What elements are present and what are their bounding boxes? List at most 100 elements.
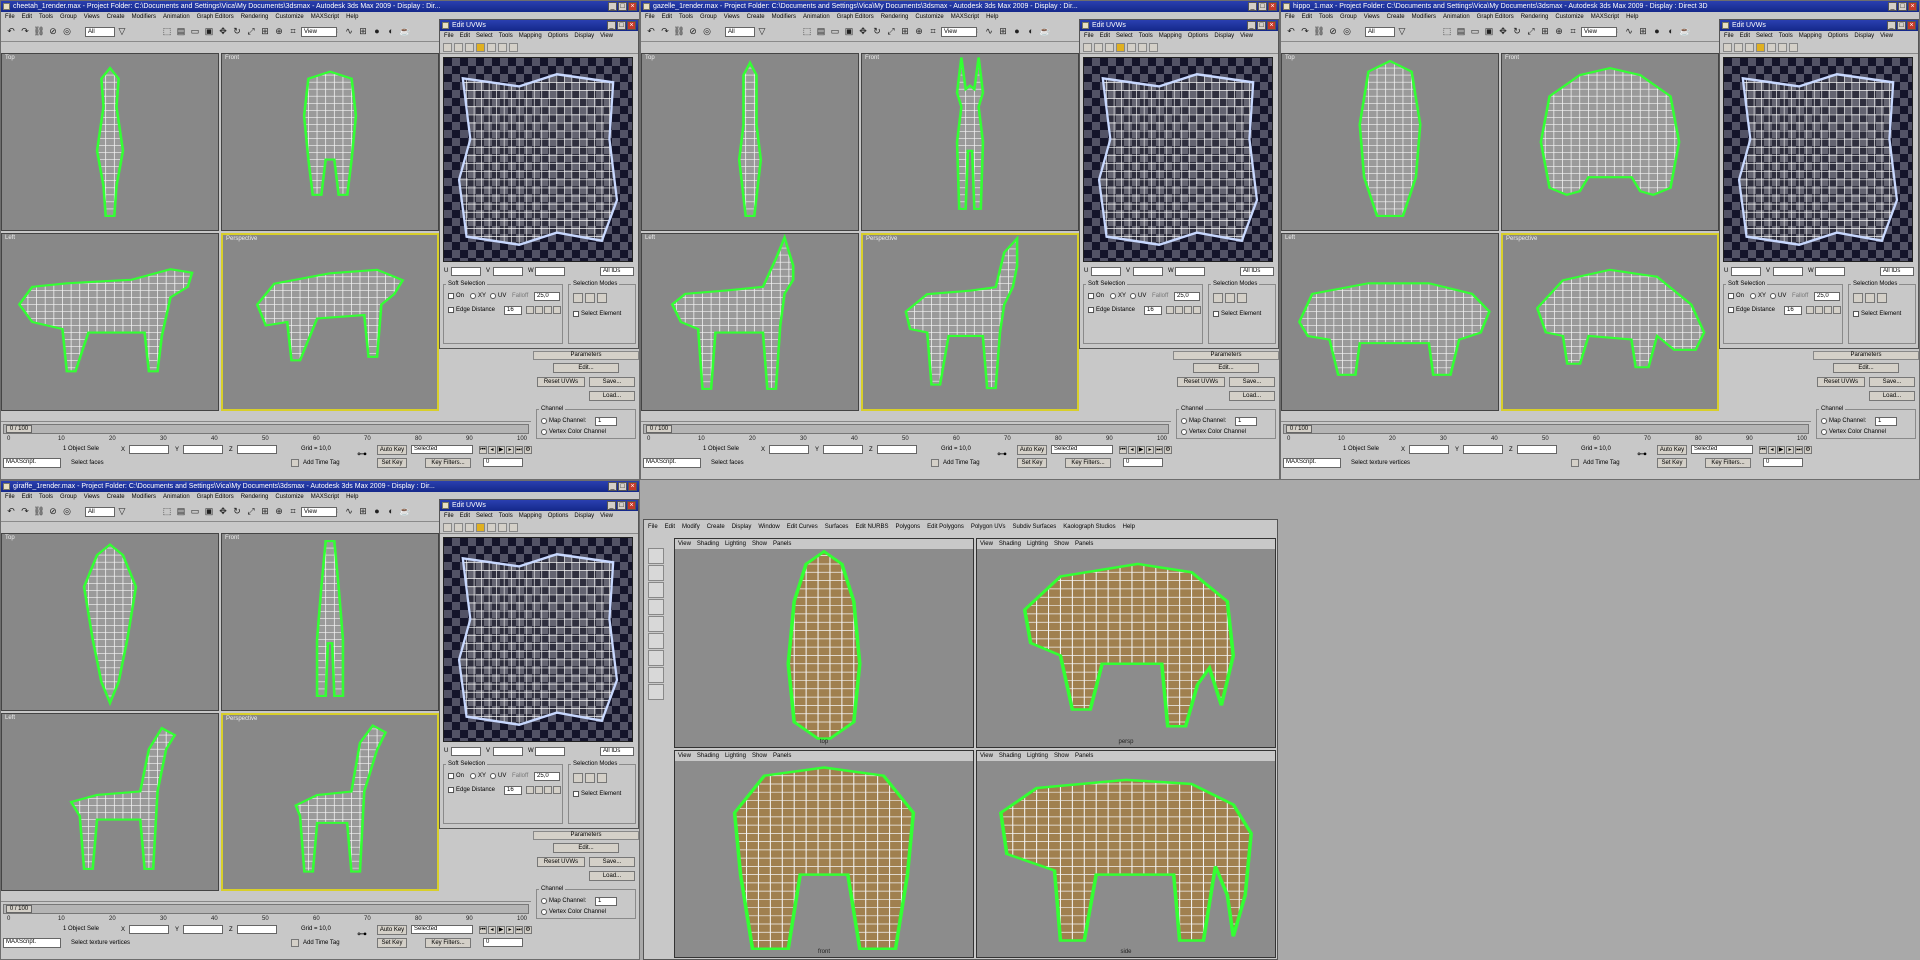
maximize-button[interactable]: □ <box>618 482 627 491</box>
uvw-menu-display[interactable]: Display <box>574 33 594 39</box>
falloff-smooth-icon[interactable] <box>1166 306 1174 314</box>
menu-graph-editors[interactable]: Graph Editors <box>837 14 874 20</box>
menu-maxscript[interactable]: MAXScript <box>1591 14 1619 20</box>
current-frame-field[interactable]: 0 <box>1763 458 1803 467</box>
uvw-u-field[interactable] <box>451 747 481 756</box>
coord-x-field[interactable] <box>769 445 809 454</box>
uvw-menu-mapping[interactable]: Mapping <box>1159 33 1182 39</box>
menu-modifiers[interactable]: Modifiers <box>132 14 156 20</box>
panel-menu-view[interactable]: View <box>678 541 691 547</box>
schematic-icon[interactable]: ⊞ <box>1637 25 1649 37</box>
schematic-icon[interactable]: ⊞ <box>997 25 1009 37</box>
uvw-v-field[interactable] <box>493 747 523 756</box>
time-config-icon[interactable]: ⚙ <box>1804 446 1812 454</box>
viewport-persp[interactable]: Perspective <box>1501 233 1719 411</box>
mirror-uv-icon[interactable] <box>1767 43 1776 52</box>
viewport-front[interactable]: Front <box>221 53 439 231</box>
panel-menu-lighting[interactable]: Lighting <box>725 541 746 547</box>
coord-x-field[interactable] <box>129 445 169 454</box>
scale-uv-icon[interactable] <box>465 43 474 52</box>
menu-rendering[interactable]: Rendering <box>241 494 269 500</box>
select-name-icon[interactable]: ▤ <box>1455 25 1467 37</box>
uvw-menu-select[interactable]: Select <box>1116 33 1133 39</box>
maxscript-listener[interactable]: MAXScript. <box>3 458 61 468</box>
set-key-button[interactable]: Set Key <box>377 458 407 468</box>
bind-icon[interactable]: ◎ <box>1341 25 1353 37</box>
panel-menu-lighting[interactable]: Lighting <box>1027 541 1048 547</box>
link-icon[interactable]: ⛓ <box>1313 25 1325 37</box>
select-element-checkbox[interactable] <box>1213 311 1219 317</box>
viewport-side[interactable]: Left <box>1 713 219 891</box>
mirror-uv-icon[interactable] <box>1127 43 1136 52</box>
maya-panel-front[interactable]: View Shading Lighting Show Panels front <box>674 750 974 958</box>
uvw-close-button[interactable]: × <box>627 501 636 510</box>
coord-z-field[interactable] <box>877 445 917 454</box>
falloff-slow-icon[interactable] <box>544 786 552 794</box>
teapot-icon[interactable]: ☕ <box>1679 25 1691 37</box>
close-button[interactable]: × <box>628 2 637 11</box>
ref-coord-icon[interactable]: ⊞ <box>899 25 911 37</box>
uv-grid[interactable] <box>443 57 633 262</box>
render-icon[interactable]: ◐ <box>385 505 397 517</box>
key-filters-button[interactable]: Key Filters... <box>1705 458 1751 468</box>
falloff-fast-icon[interactable] <box>1833 306 1841 314</box>
uvw-minimize-button[interactable]: _ <box>1887 21 1896 30</box>
vertex-color-radio[interactable] <box>541 909 547 915</box>
maya-menu-subdiv-surfaces[interactable]: Subdiv Surfaces <box>1013 524 1057 530</box>
select-element-checkbox[interactable] <box>573 311 579 317</box>
move-uv-icon[interactable] <box>1083 43 1092 52</box>
coord-z-field[interactable] <box>1517 445 1557 454</box>
maya-menu-polygon-uvs[interactable]: Polygon UVs <box>971 524 1006 530</box>
go-start-icon[interactable]: ⏮ <box>479 446 487 454</box>
uvw-menu-options[interactable]: Options <box>1188 33 1209 39</box>
map-channel-radio[interactable] <box>1821 418 1827 424</box>
soft-on-checkbox[interactable] <box>448 773 454 779</box>
uvw-maximize-button[interactable]: □ <box>617 501 626 510</box>
viewport-front[interactable]: Front <box>861 53 1079 231</box>
uvw-maximize-button[interactable]: □ <box>617 21 626 30</box>
selection-filter-dropdown[interactable]: All <box>725 27 755 37</box>
time-slider-thumb[interactable]: 0 / 100 <box>6 425 32 433</box>
rotate-uv-icon[interactable] <box>454 523 463 532</box>
reference-coord-dropdown[interactable]: View <box>301 27 337 37</box>
viewport-persp[interactable]: Perspective <box>861 233 1079 411</box>
menu-create[interactable]: Create <box>107 494 125 500</box>
coord-x-field[interactable] <box>1409 445 1449 454</box>
falloff-slow-icon[interactable] <box>544 306 552 314</box>
maya-menu-display[interactable]: Display <box>732 524 752 530</box>
uvw-menu-display[interactable]: Display <box>574 513 594 519</box>
menu-file[interactable]: File <box>5 14 15 20</box>
uvw-v-field[interactable] <box>493 267 523 276</box>
pivot-icon[interactable]: ⊕ <box>1553 25 1565 37</box>
region-icon[interactable]: ▭ <box>189 505 201 517</box>
menu-tools[interactable]: Tools <box>1319 14 1333 20</box>
reference-coord-dropdown[interactable]: View <box>941 27 977 37</box>
play-icon[interactable]: ▶ <box>497 446 505 454</box>
maya-menu-edit[interactable]: Edit <box>665 524 675 530</box>
layout-outliner-icon[interactable] <box>648 684 664 700</box>
uvw-menu-file[interactable]: File <box>1724 33 1734 39</box>
menu-group[interactable]: Group <box>60 494 77 500</box>
menu-views[interactable]: Views <box>724 14 740 20</box>
menu-views[interactable]: Views <box>84 14 100 20</box>
maya-menu-window[interactable]: Window <box>758 524 779 530</box>
snap-icon[interactable]: ⌗ <box>287 25 299 37</box>
menu-maxscript[interactable]: MAXScript <box>951 14 979 20</box>
reference-coord-dropdown[interactable]: View <box>301 507 337 517</box>
auto-key-button[interactable]: Auto Key <box>1657 445 1687 455</box>
panel-menu-shading[interactable]: Shading <box>999 541 1021 547</box>
falloff-linear-icon[interactable] <box>1815 306 1823 314</box>
uvw-menu-edit[interactable]: Edit <box>460 33 470 39</box>
uvw-ids-dropdown[interactable]: All IDs <box>600 267 634 276</box>
current-frame-field[interactable]: 0 <box>483 938 523 947</box>
uvw-u-field[interactable] <box>1091 267 1121 276</box>
uvw-v-field[interactable] <box>1133 267 1163 276</box>
go-start-icon[interactable]: ⏮ <box>1759 446 1767 454</box>
selection-filter-dropdown[interactable]: All <box>85 507 115 517</box>
menu-help[interactable]: Help <box>986 14 998 20</box>
uvw-minimize-button[interactable]: _ <box>607 21 616 30</box>
go-start-icon[interactable]: ⏮ <box>1119 446 1127 454</box>
break-icon[interactable] <box>1778 43 1787 52</box>
menu-rendering[interactable]: Rendering <box>881 14 909 20</box>
panel-menu-show[interactable]: Show <box>1054 541 1069 547</box>
